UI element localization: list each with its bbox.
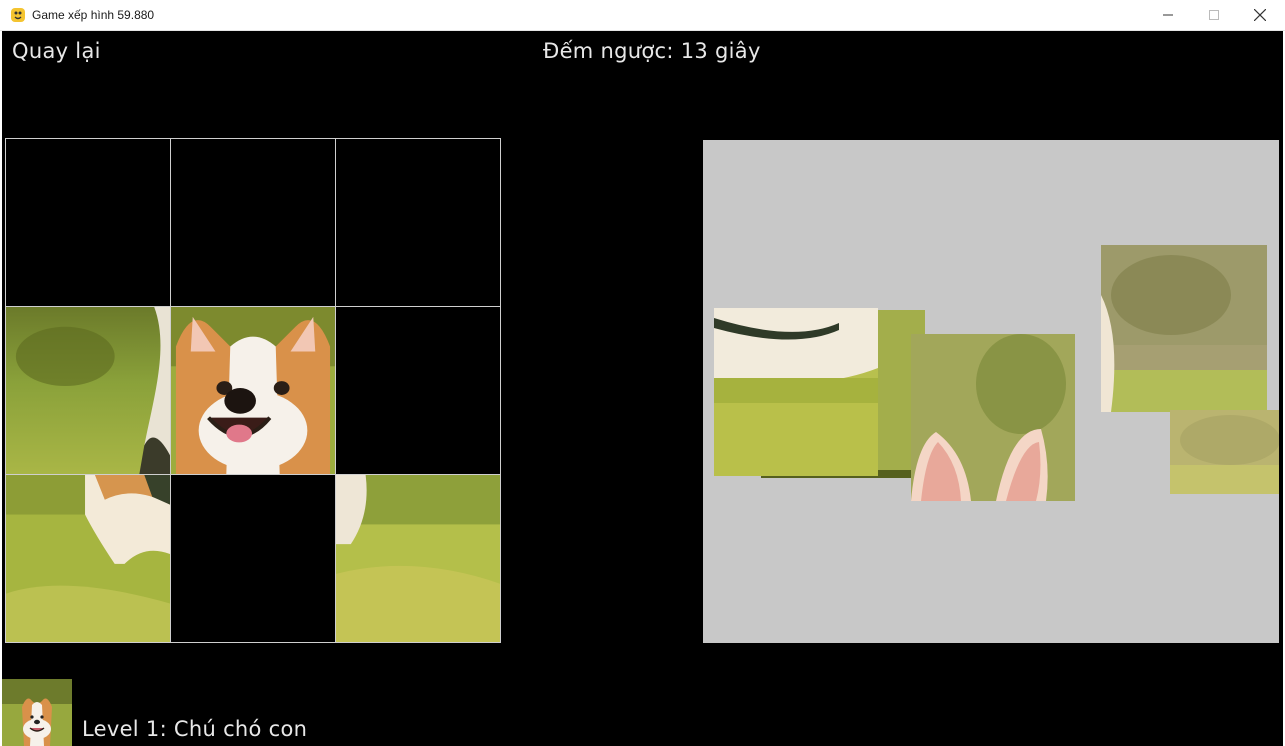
window-title: Game xếp hình 59.880: [32, 8, 155, 22]
back-button[interactable]: Quay lại: [12, 39, 101, 63]
board-piece-grass-background-left[interactable]: [5, 306, 171, 475]
python-icon: [10, 7, 26, 23]
board-piece-corgi-face[interactable]: [170, 306, 336, 475]
board-slot[interactable]: [335, 138, 501, 307]
tray-piece-blurred-field-right[interactable]: [1170, 410, 1279, 494]
board-piece-grass-right[interactable]: [335, 474, 501, 643]
tray-piece-blurred-field-left[interactable]: [1101, 245, 1267, 412]
piece-tray: [703, 140, 1279, 643]
tray-piece-corgi-collar-grass[interactable]: [714, 308, 878, 476]
maximize-icon: [1209, 10, 1219, 20]
board-piece-corgi-body-left[interactable]: [5, 474, 171, 643]
board-slot[interactable]: [5, 138, 171, 307]
minimize-icon: [1163, 14, 1173, 16]
game-canvas: Quay lại Đếm ngược: 13 giây Level 1: Chú…: [2, 31, 1283, 746]
level-label: Level 1: Chú chó con: [82, 717, 308, 741]
board-slot[interactable]: [335, 306, 501, 475]
corgi-thumbnail: [2, 679, 72, 746]
maximize-button[interactable]: [1191, 0, 1237, 30]
close-icon: [1254, 9, 1266, 21]
close-button[interactable]: [1237, 0, 1283, 30]
tray-piece-corgi-ears[interactable]: [911, 334, 1075, 501]
board-slot[interactable]: [170, 474, 336, 643]
minimize-button[interactable]: [1145, 0, 1191, 30]
board-slot[interactable]: [170, 138, 336, 307]
countdown-timer: Đếm ngược: 13 giây: [543, 39, 761, 63]
title-bar: Game xếp hình 59.880: [0, 0, 1285, 31]
puzzle-board: [5, 138, 501, 645]
